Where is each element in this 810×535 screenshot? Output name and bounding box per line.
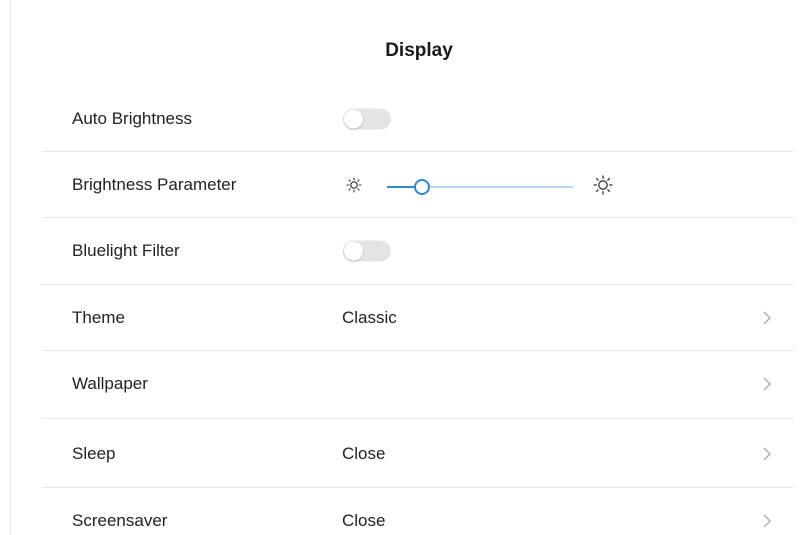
toggle-knob bbox=[344, 109, 363, 129]
divider bbox=[42, 418, 794, 419]
brightness-slider[interactable] bbox=[387, 177, 573, 197]
page-title: Display bbox=[385, 40, 453, 61]
auto-brightness-label: Auto Brightness bbox=[72, 109, 193, 128]
chevron-right-icon[interactable] bbox=[762, 446, 772, 462]
slider-thumb[interactable] bbox=[414, 179, 431, 195]
row-theme[interactable]: Theme Classic bbox=[42, 285, 794, 351]
display-settings-page: Display Auto Brightness Brightness Param… bbox=[0, 0, 810, 535]
row-wallpaper[interactable]: Wallpaper bbox=[42, 351, 794, 417]
row-auto-brightness: Auto Brightness bbox=[42, 86, 794, 152]
screensaver-value: Close bbox=[342, 511, 386, 530]
theme-label: Theme bbox=[72, 308, 125, 327]
chevron-right-icon[interactable] bbox=[762, 513, 772, 529]
sleep-label: Sleep bbox=[72, 444, 116, 463]
auto-brightness-toggle[interactable] bbox=[343, 108, 391, 130]
chevron-right-icon[interactable] bbox=[762, 376, 772, 392]
brightness-high-icon bbox=[593, 175, 613, 195]
bluelight-filter-toggle[interactable] bbox=[343, 240, 391, 262]
row-sleep[interactable]: Sleep Close bbox=[42, 421, 794, 487]
brightness-parameter-label: Brightness Parameter bbox=[72, 175, 237, 194]
row-bluelight-filter: Bluelight Filter bbox=[42, 218, 794, 284]
row-brightness-parameter: Brightness Parameter bbox=[42, 152, 794, 218]
toggle-knob bbox=[344, 241, 363, 261]
chevron-right-icon[interactable] bbox=[762, 310, 772, 326]
brightness-low-icon bbox=[346, 177, 362, 193]
wallpaper-label: Wallpaper bbox=[72, 374, 148, 393]
screensaver-label: Screensaver bbox=[72, 511, 168, 530]
theme-value: Classic bbox=[342, 308, 397, 327]
panel-edge bbox=[10, 0, 11, 535]
bluelight-filter-label: Bluelight Filter bbox=[72, 241, 180, 260]
row-screensaver[interactable]: Screensaver Close bbox=[42, 488, 794, 535]
sleep-value: Close bbox=[342, 444, 386, 463]
